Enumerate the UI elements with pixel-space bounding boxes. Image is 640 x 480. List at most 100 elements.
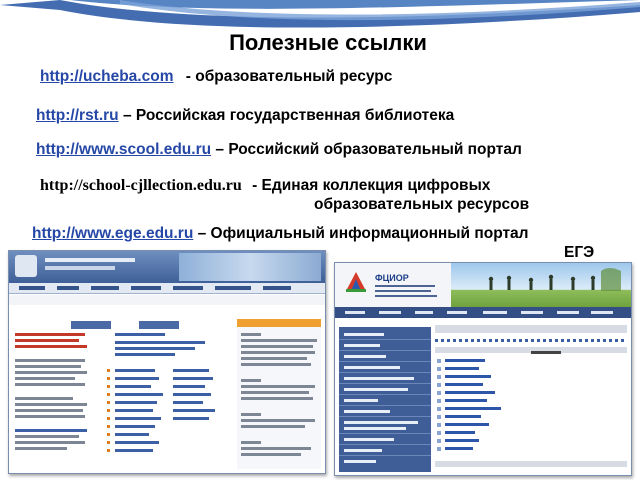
divider: [339, 405, 431, 406]
section-header: [435, 325, 627, 333]
nav-item: [173, 286, 203, 290]
divider: [339, 350, 431, 351]
children-silhouettes-icon: [488, 268, 621, 291]
nav-item: [521, 311, 543, 314]
sidebar-item: [344, 438, 394, 441]
link-line: [445, 383, 483, 386]
fcior-logo-text: ФЦИОР: [375, 273, 409, 283]
text-line: [115, 425, 155, 428]
bullet: [437, 431, 441, 435]
link-line: [445, 415, 481, 418]
text-line: [115, 353, 175, 356]
nav-item: [591, 311, 613, 314]
slide: Полезные ссылки http://ucheba.com - обра…: [0, 0, 640, 480]
divider: [339, 339, 431, 340]
text-line: [241, 425, 305, 428]
text-line: [241, 453, 301, 456]
bullet: [437, 399, 441, 403]
news-column: [237, 319, 321, 469]
text-line: [241, 391, 309, 394]
divider: [339, 361, 431, 362]
bullet: [437, 423, 441, 427]
text-line: [241, 333, 261, 336]
link-line-2: http://rst.ru – Российская государственн…: [36, 107, 454, 125]
link-scool-desc: – Российский образовательный портал: [211, 141, 522, 158]
text-line: [241, 345, 313, 348]
sidebar-item: [344, 449, 382, 452]
bullet: [107, 417, 110, 420]
text-line: [15, 339, 79, 342]
link-line: [445, 375, 491, 378]
link-ege[interactable]: http://www.ege.edu.ru: [32, 225, 193, 242]
text-line: [15, 345, 87, 348]
text-line: [173, 393, 211, 396]
link-rst-desc: – Российская государственная библиотека: [118, 107, 455, 124]
nav-item: [483, 311, 507, 314]
bullet: [107, 433, 110, 436]
text-line: [375, 295, 437, 297]
site-header: ФЦИОР: [335, 263, 631, 307]
bullet: [107, 377, 110, 380]
link-ucheba-desc: - образовательный ресурс: [181, 68, 393, 85]
text-line: [15, 359, 85, 362]
text-line: [241, 419, 315, 422]
site-nav: [9, 283, 325, 294]
bullet: [437, 359, 441, 363]
nav-item: [345, 311, 365, 314]
nav-item: [215, 286, 251, 290]
sidebar-item: [344, 388, 408, 391]
text-line: [241, 385, 315, 388]
bullet: [107, 369, 110, 372]
text-line: [115, 369, 155, 372]
text-line: [375, 290, 431, 292]
divider: [339, 383, 431, 384]
news-header: [237, 319, 321, 327]
fcior-emblem-icon: [346, 272, 366, 292]
nav-item: [415, 311, 433, 314]
text-line: [115, 385, 151, 388]
sidebar-item: [344, 410, 390, 413]
sidebar-item: [344, 427, 406, 430]
site-nav: [335, 307, 631, 318]
text-line: [115, 449, 153, 452]
bullet: [107, 425, 110, 428]
link-school-collection-desc-2: образовательных ресурсов: [314, 196, 530, 213]
sidebar-item: [344, 333, 384, 336]
text-line: [15, 383, 85, 386]
sidebar-item: [344, 460, 376, 463]
bullet: [437, 415, 441, 419]
nav-item: [19, 286, 45, 290]
link-school-collection-desc: - Единая коллекция цифровых: [247, 177, 491, 194]
link-rst[interactable]: http://rst.ru: [36, 107, 119, 124]
header-photo: [451, 263, 631, 307]
alphabet-index: [435, 339, 625, 342]
divider: [339, 455, 431, 456]
divider: [339, 416, 431, 417]
bullet: [107, 393, 110, 396]
bullet: [437, 447, 441, 451]
screenshot-fcior: ФЦИОР: [334, 262, 632, 476]
link-school-collection[interactable]: http://school-cjllection.edu.ru: [40, 177, 242, 194]
text-line: [15, 415, 85, 418]
sidebar-item: [344, 421, 418, 424]
text-line: [115, 409, 153, 412]
bullet: [107, 441, 110, 444]
link-line-4: http://school-cjllection.edu.ru - Единая…: [40, 177, 490, 195]
nav-item: [447, 311, 467, 314]
bullet: [437, 375, 441, 379]
text-line: [115, 333, 165, 336]
text-line: [15, 371, 87, 374]
site-logo: [15, 255, 37, 277]
sidebar-item: [344, 355, 386, 358]
text-line: [241, 339, 317, 342]
link-ucheba[interactable]: http://ucheba.com: [40, 68, 173, 85]
text-line: [375, 285, 435, 287]
text-line: [173, 401, 203, 404]
text-line: [115, 377, 159, 380]
bullet: [437, 439, 441, 443]
text-line: [173, 409, 215, 412]
link-scool[interactable]: http://www.scool.edu.ru: [36, 141, 211, 158]
divider: [339, 394, 431, 395]
bullet: [437, 391, 441, 395]
link-line: [445, 431, 475, 434]
